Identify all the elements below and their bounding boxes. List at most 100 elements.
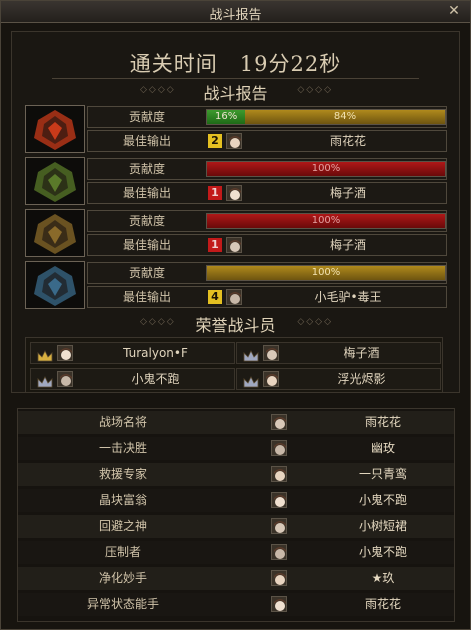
- contribution-bar: 100%: [206, 265, 446, 281]
- award-player-name: 雨花花: [364, 597, 401, 611]
- contribution-label: 贡献度: [128, 266, 165, 280]
- avatar: [271, 466, 287, 482]
- ornament-right: ◇◇◇◇: [297, 85, 333, 95]
- award-title: 异常状态能手: [86, 597, 159, 611]
- best-output-row: 最佳输出 2 雨花花: [87, 130, 447, 152]
- close-icon[interactable]: ✕: [446, 3, 462, 19]
- player-entry: 贡献度 100% 最佳输出 4 小毛驴•毒王: [25, 261, 447, 309]
- contribution-segment: 16%: [207, 110, 246, 124]
- player-entry: 贡献度 16% 84% 最佳输出 2 雨花花: [25, 105, 447, 153]
- avatar: [271, 544, 287, 560]
- avatar: [271, 414, 287, 430]
- avatar: [263, 345, 279, 361]
- award-row: 净化妙手 ★玖: [18, 567, 454, 590]
- title-bar[interactable]: 战斗报告 ✕: [1, 1, 470, 23]
- award-player-name: 幽玫: [370, 441, 395, 455]
- best-output-row: 最佳输出 1 梅子酒: [87, 182, 447, 204]
- honor-player-name: 梅子酒: [343, 346, 380, 360]
- award-row: 异常状态能手 雨花花: [18, 593, 454, 616]
- award-title: 一击决胜: [98, 441, 147, 455]
- contribution-row: 贡献度 100%: [87, 262, 447, 284]
- contribution-bar: 16% 84%: [206, 109, 446, 125]
- avatar: [226, 133, 242, 149]
- contribution-row: 贡献度 100%: [87, 158, 447, 180]
- contribution-label: 贡献度: [128, 214, 165, 228]
- honor-entry: 小鬼不跑: [30, 368, 235, 390]
- award-row: 压制者 小鬼不跑: [18, 541, 454, 564]
- player-name: 雨花花: [329, 134, 366, 148]
- player-entry: 贡献度 100% 最佳输出 1 梅子酒: [25, 157, 447, 205]
- best-output-label: 最佳输出: [122, 134, 171, 148]
- avatar: [271, 492, 287, 508]
- best-output-label: 最佳输出: [122, 290, 171, 304]
- contribution-row: 贡献度 100%: [87, 210, 447, 232]
- avatar: [271, 518, 287, 534]
- best-output-label: 最佳输出: [122, 186, 171, 200]
- window-title: 战斗报告: [209, 8, 262, 23]
- clear-time: 通关时间 19分22秒: [129, 52, 342, 76]
- contribution-label: 贡献度: [128, 162, 165, 176]
- award-row: 救援专家 一只青鸾: [18, 463, 454, 486]
- award-title: 回避之神: [98, 519, 147, 533]
- honor-entry: 浮光烬影: [236, 368, 441, 390]
- avatar: [271, 596, 287, 612]
- rank-badge: 1: [208, 186, 222, 200]
- honor-entry: 梅子酒: [236, 342, 441, 364]
- avatar: [271, 440, 287, 456]
- award-title: 压制者: [104, 545, 141, 559]
- contribution-segment: 84%: [245, 110, 445, 124]
- avatar: [57, 345, 73, 361]
- crown-icon: [37, 373, 53, 388]
- award-player-name: 一只青鸾: [358, 467, 407, 481]
- rank-badge: 2: [208, 134, 222, 148]
- gold-armor-emblem: [25, 209, 85, 257]
- award-list: 战场名将 雨花花 一击决胜 幽玫 救援专家 一只青鸾 晶块富翁 小鬼不跑 回避之神 小树短裙 压制者…: [17, 408, 455, 622]
- blue-armor-emblem: [25, 261, 85, 309]
- battle-report-window: 战斗报告 ✕ 通关时间 19分22秒 ◇◇◇◇ 战斗报告 ◇◇◇◇ ◇◇◇◇ 荣…: [0, 0, 471, 630]
- rank-badge: 1: [208, 238, 222, 252]
- award-player-name: 小鬼不跑: [358, 493, 407, 507]
- report-section-title: 战斗报告: [203, 84, 268, 103]
- honor-entry: Turalyon•F: [30, 342, 235, 364]
- player-name: 梅子酒: [329, 186, 366, 200]
- award-title: 净化妙手: [98, 571, 147, 585]
- award-title: 战场名将: [98, 415, 147, 429]
- avatar: [226, 185, 242, 201]
- contribution-bar: 100%: [206, 161, 446, 177]
- award-row: 一击决胜 幽玫: [18, 437, 454, 460]
- green-armor-emblem: [25, 157, 85, 205]
- award-player-name: 小鬼不跑: [358, 545, 407, 559]
- honor-player-name: Turalyon•F: [123, 346, 188, 360]
- avatar: [226, 237, 242, 253]
- honor-player-name: 小鬼不跑: [131, 372, 180, 386]
- award-row: 战场名将 雨花花: [18, 411, 454, 434]
- best-output-label: 最佳输出: [122, 238, 171, 252]
- avatar: [271, 570, 287, 586]
- ornament-right: ◇◇◇◇: [297, 317, 333, 327]
- contribution-segment: 100%: [207, 214, 445, 228]
- rank-badge: 4: [208, 290, 222, 304]
- crown-icon: [37, 347, 53, 362]
- award-row: 晶块富翁 小鬼不跑: [18, 489, 454, 512]
- best-output-row: 最佳输出 1 梅子酒: [87, 234, 447, 256]
- contribution-bar: 100%: [206, 213, 446, 229]
- crown-icon: [243, 373, 259, 388]
- contribution-row: 贡献度 16% 84%: [87, 106, 447, 128]
- contribution-segment: 100%: [207, 162, 445, 176]
- divider: [52, 78, 419, 79]
- award-player-name: ★玖: [371, 571, 395, 585]
- award-player-name: 雨花花: [364, 415, 401, 429]
- honor-section-title: 荣誉战斗员: [195, 316, 276, 335]
- fire-warrior-emblem: [25, 105, 85, 153]
- player-name: 小毛驴•毒王: [314, 290, 382, 304]
- avatar: [226, 289, 242, 305]
- award-title: 救援专家: [98, 467, 147, 481]
- honor-player-name: 浮光烬影: [337, 372, 386, 386]
- avatar: [57, 371, 73, 387]
- contribution-segment: 100%: [207, 266, 445, 280]
- honor-list: Turalyon•F 梅子酒小鬼不跑 浮光烬影: [25, 337, 443, 393]
- contribution-label: 贡献度: [128, 110, 165, 124]
- award-player-name: 小树短裙: [358, 519, 407, 533]
- award-row: 回避之神 小树短裙: [18, 515, 454, 538]
- best-output-row: 最佳输出 4 小毛驴•毒王: [87, 286, 447, 308]
